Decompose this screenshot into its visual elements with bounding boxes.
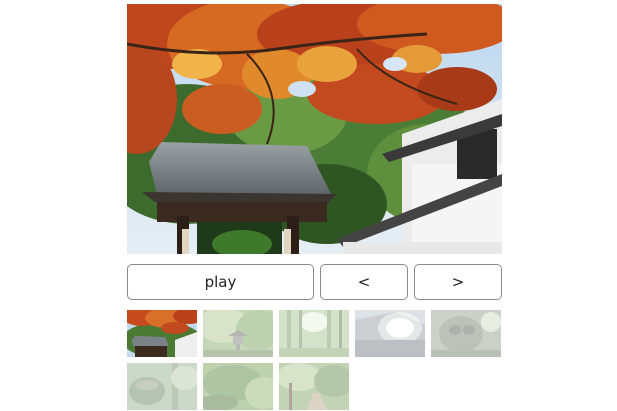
play-button[interactable]: play — [127, 264, 314, 300]
green-garden-thumbnail-icon — [203, 363, 273, 410]
thumbnail-5[interactable] — [431, 310, 501, 357]
next-button[interactable]: > — [414, 264, 502, 300]
slideshow-gallery: play < > — [0, 0, 617, 411]
mossy-lantern-thumbnail-icon — [127, 363, 197, 410]
forest-path-thumbnail-icon — [279, 363, 349, 410]
temple-gate-photo-image — [127, 4, 502, 254]
previous-button[interactable]: < — [320, 264, 408, 300]
stone-lantern-garden-thumbnail-icon — [203, 310, 273, 357]
thumbnail-2[interactable] — [203, 310, 273, 357]
temple-gate-maple-thumbnail-icon — [127, 310, 197, 357]
thumbnail-4[interactable] — [355, 310, 425, 357]
main-photo — [127, 4, 502, 254]
thumbnail-7[interactable] — [203, 363, 273, 410]
thumbnail-1[interactable] — [127, 310, 197, 357]
thumbnail-3[interactable] — [279, 310, 349, 357]
slideshow-controls: play < > — [127, 264, 502, 300]
thumbnail-6[interactable] — [127, 363, 197, 410]
stone-carving-thumbnail-icon — [431, 310, 501, 357]
bamboo-forest-thumbnail-icon — [279, 310, 349, 357]
thumbnail-8[interactable] — [279, 363, 349, 410]
roof-light-flare-thumbnail-icon — [355, 310, 425, 357]
